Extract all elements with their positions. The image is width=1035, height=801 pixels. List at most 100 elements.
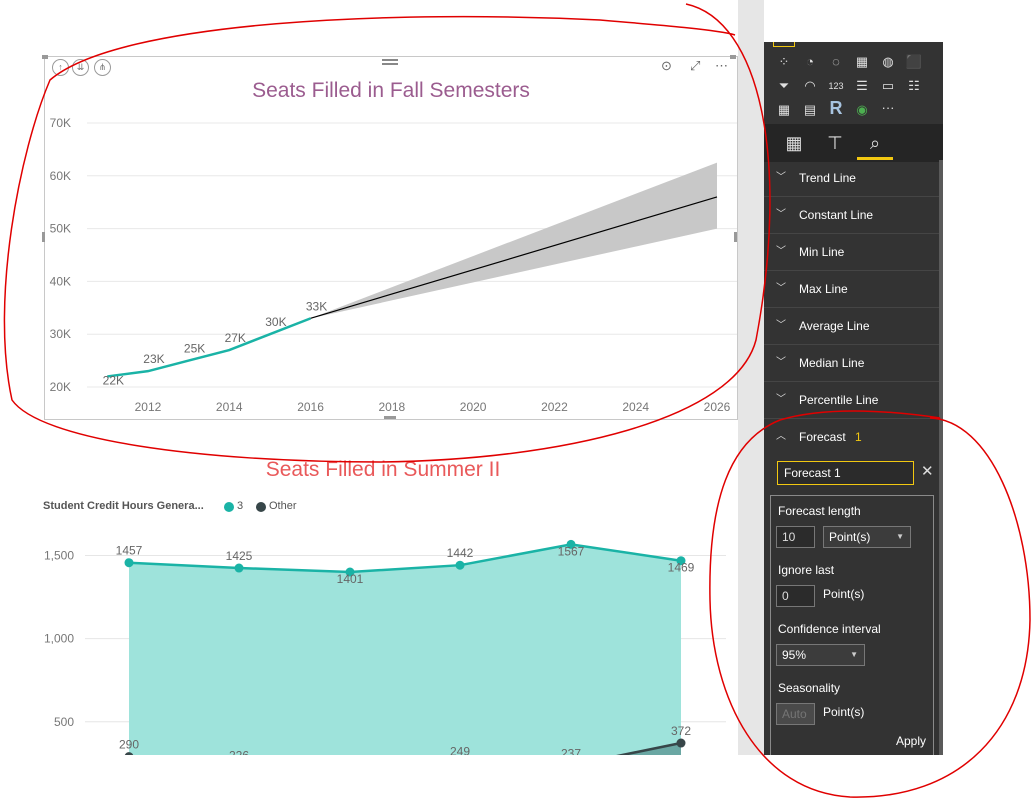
y-tick-label: 1,000 — [44, 632, 74, 646]
confidence-interval-select[interactable]: 95% ▼ — [776, 644, 865, 666]
treemap-icon[interactable]: ▦ — [853, 54, 871, 70]
more-visuals-icon[interactable]: ··· — [879, 100, 897, 116]
arcgis-globe-icon[interactable]: ◉ — [853, 102, 871, 118]
section-label: Min Line — [799, 245, 845, 259]
data-label: 237 — [561, 746, 581, 755]
section-forecast[interactable]: ︿ Forecast 1 — [764, 419, 940, 455]
kpi-icon[interactable]: ▭ — [879, 78, 897, 94]
data-label: 27K — [225, 331, 246, 345]
x-tick-label: 2026 — [704, 400, 731, 414]
resize-handle-bottom[interactable] — [384, 416, 396, 419]
slicer-icon[interactable]: ☷ — [905, 78, 923, 94]
section-label: Percentile Line — [799, 393, 879, 407]
y-tick-label: 20K — [50, 380, 71, 394]
section-average-line[interactable]: ﹀ Average Line — [764, 308, 940, 345]
section-label: Median Line — [799, 356, 865, 370]
y-tick-label: 30K — [50, 327, 71, 341]
resize-handle-right[interactable] — [734, 232, 737, 242]
x-tick-label: 2012 — [135, 400, 162, 414]
gauge-icon[interactable]: ◠ — [801, 78, 819, 94]
forecast-line — [310, 196, 718, 319]
resize-handle-tr[interactable] — [730, 55, 736, 59]
dropdown-caret-icon: ▼ — [896, 532, 904, 541]
seasonality-label: Seasonality — [778, 681, 841, 695]
chevron-down-icon: ﹀ — [776, 320, 786, 331]
data-label: 23K — [143, 352, 164, 366]
forecast-name-input[interactable]: Forecast 1 — [777, 461, 914, 485]
data-label: 1567 — [558, 544, 585, 558]
r-visual-icon[interactable]: R — [827, 99, 845, 117]
ignore-last-label: Ignore last — [778, 563, 835, 577]
data-label: 1457 — [116, 544, 143, 558]
chevron-down-icon: ﹀ — [776, 172, 786, 183]
ignore-last-unit: Point(s) — [823, 587, 865, 601]
pie-chart-icon[interactable]: ◔ — [801, 54, 819, 70]
donut-chart-icon[interactable]: ◌ — [827, 54, 845, 70]
chevron-down-icon: ﹀ — [776, 394, 786, 405]
apply-button[interactable]: Apply — [896, 734, 926, 748]
select-value: 95% — [782, 648, 807, 662]
data-label: 1425 — [226, 549, 253, 563]
seasonality-input[interactable] — [776, 703, 815, 725]
y-tick-label: 500 — [54, 715, 74, 729]
chevron-down-icon: ﹀ — [776, 209, 786, 220]
section-constant-line[interactable]: ﹀ Constant Line — [764, 197, 940, 234]
section-label: Max Line — [799, 282, 848, 296]
scatter-chart-icon[interactable]: ⁘ — [775, 54, 793, 70]
resize-handle-tl[interactable] — [42, 55, 48, 59]
ignore-last-input[interactable]: 0 — [776, 585, 815, 607]
filled-map-icon[interactable]: ⬛ — [905, 54, 923, 70]
data-label: 226 — [229, 748, 249, 755]
table-icon[interactable]: ▦ — [775, 102, 793, 118]
data-point-series-3 — [234, 563, 244, 573]
data-label: 290 — [119, 738, 139, 752]
section-label: Constant Line — [799, 208, 874, 222]
y-tick-label: 50K — [50, 222, 71, 236]
section-min-line[interactable]: ﹀ Min Line — [764, 234, 940, 271]
forecast-length-input[interactable]: 10 — [776, 526, 815, 548]
data-label: 202 — [340, 752, 360, 755]
format-paint-roller-icon[interactable]: ⊤ — [817, 126, 853, 160]
multi-row-card-icon[interactable]: ☰ — [853, 78, 871, 94]
chevron-down-icon: ﹀ — [776, 357, 786, 368]
remove-forecast-close-icon[interactable]: ✕ — [921, 462, 934, 480]
y-tick-label: 1,500 — [44, 549, 74, 563]
area-series-3 — [129, 544, 681, 755]
forecast-name-value: Forecast 1 — [784, 466, 841, 480]
data-point-series-3 — [455, 560, 465, 570]
pane-scrollbar[interactable] — [939, 160, 943, 755]
canvas-scroll-gutter[interactable] — [738, 0, 764, 755]
data-label: 249 — [450, 744, 470, 755]
section-percentile-line[interactable]: ﹀ Percentile Line — [764, 382, 940, 419]
section-trend-line[interactable]: ﹀ Trend Line — [764, 160, 940, 197]
card-icon[interactable]: 123 — [827, 78, 845, 94]
select-value: Point(s) — [829, 530, 871, 544]
analytics-magnifier-icon[interactable]: ⌕ — [857, 126, 893, 160]
data-label: 22K — [103, 373, 124, 387]
data-label: 30K — [265, 315, 286, 329]
data-label: 1442 — [447, 546, 474, 560]
map-icon[interactable]: ◍ — [879, 54, 897, 70]
section-label: Forecast — [799, 430, 846, 444]
forecast-count-badge: 1 — [855, 430, 862, 444]
summer-visual[interactable]: Seats Filled in Summer II Student Credit… — [0, 458, 738, 755]
section-max-line[interactable]: ﹀ Max Line — [764, 271, 940, 308]
selected-viz-indicator[interactable] — [773, 42, 795, 47]
section-label: Average Line — [799, 319, 870, 333]
matrix-icon[interactable]: ▤ — [801, 102, 819, 118]
forecast-length-unit-select[interactable]: Point(s) ▼ — [823, 526, 911, 548]
x-tick-label: 2022 — [541, 400, 568, 414]
y-tick-label: 40K — [50, 274, 71, 288]
visualizations-pane: ⁘ ◔ ◌ ▦ ◍ ⬛ ⏷ ◠ 123 ☰ ▭ ☷ ▦ ▤ R ◉ ··· ▦ … — [764, 42, 943, 755]
fields-tab-icon[interactable]: ▦ — [776, 126, 812, 160]
section-median-line[interactable]: ﹀ Median Line — [764, 345, 940, 382]
data-label: 33K — [306, 299, 327, 313]
data-point-series-other — [676, 738, 686, 748]
viz-icons-row-clipped — [764, 42, 943, 50]
x-tick-label: 2018 — [378, 400, 405, 414]
resize-handle-left[interactable] — [42, 232, 45, 242]
data-label: 1469 — [668, 561, 695, 575]
summer-area-chart: 500 1,000 1,500 1457 290 1425 226 1401 202 1442 24… — [44, 539, 726, 755]
fall-semesters-visual[interactable]: ↑ ⇊ ⋔ ⊙ ⤢ ⋯ Seats Filled in Fall Semeste… — [44, 56, 738, 420]
funnel-icon[interactable]: ⏷ — [775, 78, 793, 94]
